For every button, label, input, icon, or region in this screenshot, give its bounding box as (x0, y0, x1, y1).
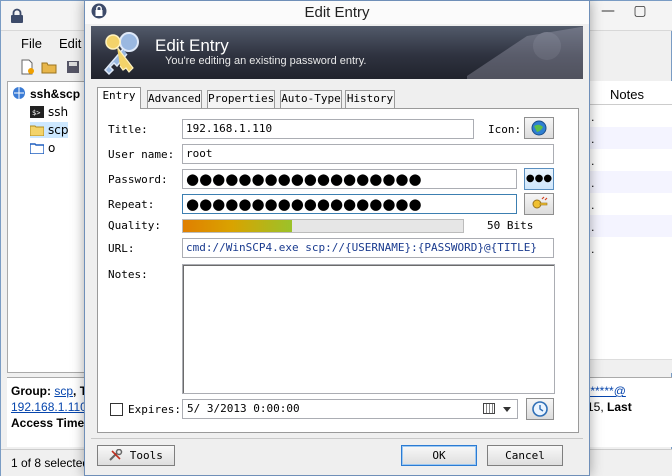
menu-file[interactable]: File (21, 36, 42, 51)
group-label: Group: (11, 384, 51, 398)
group-tree[interactable]: ssh&scp $> ssh scp o (7, 81, 87, 373)
expires-value: 5/ 3/2013 0:00:00 (187, 402, 300, 415)
tree-item-root[interactable]: ssh&scp (12, 86, 80, 102)
banner-subtitle: You're editing an existing password entr… (165, 55, 367, 67)
terminal-icon: $> (30, 106, 44, 118)
url-input[interactable]: cmd://WinSCP4.exe scp://{USERNAME}:{PASS… (182, 238, 554, 258)
entry-tab-panel: Title: 192.168.1.110 Icon: User name: ro… (97, 108, 579, 433)
tree-item-label: ssh (48, 105, 69, 119)
tab-history[interactable]: History (345, 90, 395, 108)
password-label: Password: (108, 173, 168, 186)
dialog-title-bar: Edit Entry (85, 1, 589, 24)
tree-item-scp[interactable]: scp (29, 122, 69, 138)
expires-checkbox[interactable] (110, 403, 123, 416)
tree-item-o[interactable]: o (29, 140, 56, 156)
url-label: URL: (108, 242, 135, 255)
calendar-icon[interactable] (483, 403, 495, 414)
tab-auto-type[interactable]: Auto-Type (280, 90, 342, 108)
quality-bar (182, 219, 464, 233)
notes-column-header[interactable]: Notes (580, 81, 672, 105)
quality-bar-fill (183, 220, 293, 232)
dialog-separator (91, 438, 583, 439)
username-input[interactable]: root (182, 144, 554, 164)
tab-entry[interactable]: Entry (97, 87, 141, 109)
globe-icon (530, 120, 548, 140)
banner-title: Edit Entry (155, 36, 229, 55)
keys-icon (99, 30, 143, 79)
quality-bits: 50 Bits (487, 219, 534, 232)
open-folder-icon[interactable] (41, 59, 57, 75)
notes-textarea[interactable] (182, 264, 555, 394)
keepass-lock-icon (9, 8, 25, 27)
minimize-icon[interactable]: — (591, 1, 625, 21)
repeat-label: Repeat: (108, 198, 155, 211)
horizontal-scrollbar[interactable] (579, 359, 672, 373)
expires-label: Expires: (128, 403, 181, 416)
ok-button[interactable]: OK (401, 445, 477, 466)
tree-item-label: ssh&scp (30, 87, 81, 101)
dialog-banner: Edit Entry You're editing an existing pa… (91, 26, 583, 79)
title-link[interactable]: 192.168.1.110 (11, 400, 87, 414)
folder-blue-icon (29, 142, 45, 155)
show-password-toggle[interactable]: ●●● (524, 168, 554, 190)
svg-text:$>: $> (32, 109, 40, 117)
clock-icon (531, 401, 549, 421)
entry-list-right[interactable]: Notes ... ... ... ... ... ... ... (579, 81, 672, 373)
edit-entry-dialog: Edit Entry Edit Entry You're editing an … (84, 0, 590, 476)
notes-label: Notes: (108, 268, 148, 281)
status-text: 1 of 8 selected (11, 456, 90, 470)
folder-yellow-icon (29, 124, 45, 137)
expires-datetime-input[interactable]: 5/ 3/2013 0:00:00 (182, 399, 518, 419)
tab-advanced[interactable]: Advanced (147, 90, 202, 108)
tab-properties[interactable]: Properties (207, 90, 275, 108)
banner-watermark-icon (467, 26, 583, 79)
tools-button[interactable]: Tools (97, 445, 175, 466)
tools-icon (109, 448, 130, 462)
dialog-window-title: Edit Entry (304, 4, 370, 21)
username-label: User name: (108, 148, 175, 161)
icon-label: Icon: (488, 123, 522, 136)
key-generator-icon (530, 196, 548, 216)
title-input[interactable]: 192.168.1.110 (182, 119, 474, 139)
access-time-label: Access Time: (11, 416, 89, 430)
password-input[interactable]: ●●●●●●●●●●●●●●●●●● (182, 169, 517, 189)
group-link[interactable]: scp (54, 384, 73, 398)
globe-icon (12, 86, 26, 99)
tree-item-label: scp (48, 123, 69, 137)
save-icon[interactable] (65, 59, 81, 75)
title-label: Title: (108, 123, 148, 136)
repeat-password-input[interactable]: ●●●●●●●●●●●●●●●●●● (182, 194, 517, 214)
maximize-icon[interactable]: ▢ (625, 1, 655, 21)
menu-edit[interactable]: Edit (59, 36, 81, 51)
expires-presets-button[interactable] (526, 398, 554, 420)
tools-button-label: Tools (129, 449, 163, 462)
tree-item-ssh[interactable]: $> ssh (30, 104, 68, 120)
password-generator-button[interactable] (524, 193, 554, 215)
info-tail-bold: Last (607, 400, 632, 414)
icon-picker-button[interactable] (524, 117, 554, 139)
new-database-icon[interactable] (19, 59, 35, 75)
cancel-button[interactable]: Cancel (487, 445, 563, 466)
chevron-down-icon[interactable] (503, 407, 511, 412)
tree-item-label: o (48, 141, 56, 155)
quality-label: Quality: (108, 219, 161, 232)
